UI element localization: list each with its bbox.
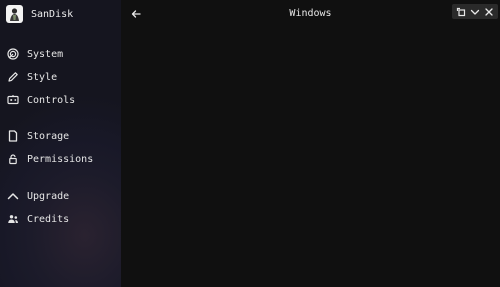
chevron-down-icon <box>470 9 480 15</box>
sidebar-item-label: Storage <box>27 130 70 142</box>
window-controls <box>452 4 498 19</box>
close-icon <box>485 7 493 16</box>
chevron-up-icon <box>7 190 19 202</box>
sidebar-item-label: System <box>27 48 64 60</box>
restore-icon <box>456 7 466 16</box>
app-window: SanDisk System Style Controls Storage Pe… <box>0 0 500 287</box>
sidebar-item-label: Style <box>27 71 58 83</box>
lock-icon <box>7 153 19 165</box>
sidebar-item-style[interactable]: Style <box>7 69 57 85</box>
restore-button[interactable] <box>455 6 467 18</box>
sidebar-item-storage[interactable]: Storage <box>7 128 69 144</box>
system-icon <box>7 48 19 60</box>
avatar <box>6 5 23 23</box>
controls-icon <box>7 94 19 106</box>
page-title: Windows <box>289 8 332 19</box>
minimize-button[interactable] <box>469 6 481 18</box>
sidebar-item-permissions[interactable]: Permissions <box>7 151 93 167</box>
sidebar-item-label: Controls <box>27 94 76 106</box>
close-button[interactable] <box>483 6 495 18</box>
sidebar-item-label: Permissions <box>27 153 94 165</box>
sidebar-item-label: Credits <box>27 213 70 225</box>
sidebar-item-label: Upgrade <box>27 190 70 202</box>
people-icon <box>7 213 19 225</box>
sidebar-item-controls[interactable]: Controls <box>7 92 75 108</box>
app-name: SanDisk <box>31 8 74 20</box>
brand: SanDisk <box>6 5 73 23</box>
sidebar: SanDisk System Style Controls Storage Pe… <box>0 0 121 287</box>
sidebar-item-upgrade[interactable]: Upgrade <box>7 188 69 204</box>
sidebar-item-system[interactable]: System <box>7 46 63 62</box>
document-icon <box>7 130 19 142</box>
avatar-icon <box>7 6 22 22</box>
sidebar-item-credits[interactable]: Credits <box>7 211 69 227</box>
pencil-icon <box>7 71 19 83</box>
main-content: Windows <box>121 0 500 287</box>
